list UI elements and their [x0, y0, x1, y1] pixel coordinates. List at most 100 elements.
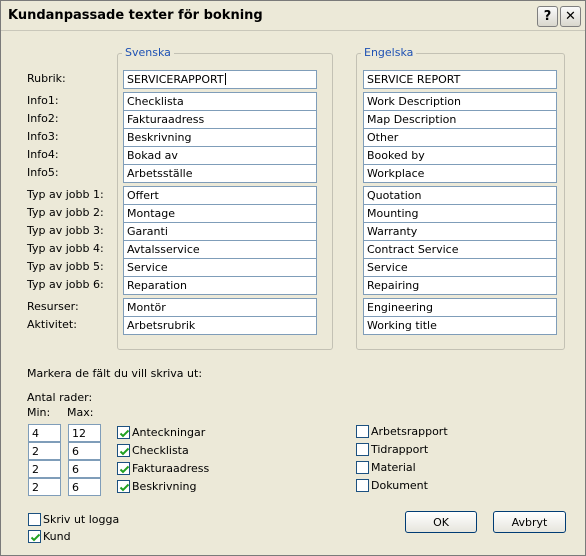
swedish-field-value: Avtalsservice — [127, 243, 200, 256]
swedish-field-9[interactable]: Avtalsservice — [123, 240, 317, 259]
max-rows-input[interactable]: 6 — [68, 478, 101, 496]
english-field-13[interactable]: Working title — [363, 316, 557, 335]
swedish-field-6[interactable]: Offert — [123, 186, 317, 205]
english-field-value: SERVICE REPORT — [367, 73, 461, 86]
customer-label[interactable]: Kund — [43, 530, 71, 543]
min-rows-input[interactable]: 2 — [28, 460, 61, 478]
print-beskrivning-checkbox[interactable] — [117, 480, 130, 493]
row-label: Aktivitet: — [27, 318, 77, 331]
max-rows-input[interactable]: 12 — [68, 424, 101, 442]
row-label: Info1: — [27, 94, 59, 107]
swedish-field-1[interactable]: Checklista — [123, 92, 317, 111]
english-legend: Engelska — [361, 46, 417, 59]
max-label: Max: — [67, 406, 94, 419]
swedish-field-value: Arbetsrubrik — [127, 319, 196, 332]
customer-checkbox[interactable] — [28, 530, 41, 543]
print-material-label[interactable]: Material — [371, 461, 416, 474]
print-fakturaadress-label[interactable]: Fakturaadress — [132, 462, 209, 475]
swedish-field-value: Service — [127, 261, 168, 274]
swedish-field-value: Garanti — [127, 225, 168, 238]
print-checklista-checkbox[interactable] — [117, 444, 130, 457]
print-dokument-label[interactable]: Dokument — [371, 479, 428, 492]
print-anteckningar-label[interactable]: Anteckningar — [132, 426, 205, 439]
row-label: Typ av jobb 2: — [27, 206, 104, 219]
row-label: Info5: — [27, 166, 59, 179]
print-material-checkbox[interactable] — [356, 461, 369, 474]
english-field-value: Other — [367, 131, 399, 144]
swedish-field-0[interactable]: SERVICERAPPORT — [123, 70, 317, 89]
print-dokument-checkbox[interactable] — [356, 479, 369, 492]
help-button[interactable]: ? — [537, 6, 558, 27]
swedish-field-value: Montage — [127, 207, 175, 220]
swedish-field-8[interactable]: Garanti — [123, 222, 317, 241]
print-checklista-label[interactable]: Checklista — [132, 444, 189, 457]
swedish-field-value: Fakturaadress — [127, 113, 205, 126]
english-field-0[interactable]: SERVICE REPORT — [363, 70, 557, 89]
min-rows-input[interactable]: 4 — [28, 424, 61, 442]
ok-button-label: OK — [433, 515, 449, 529]
close-button[interactable]: ✕ — [560, 6, 581, 27]
dialog-window: Kundanpassade texter för bokning ? ✕ Rub… — [0, 0, 586, 556]
english-field-8[interactable]: Warranty — [363, 222, 557, 241]
row-label: Typ av jobb 4: — [27, 242, 104, 255]
min-rows-input[interactable]: 2 — [28, 478, 61, 496]
print-heading: Markera de fält du vill skriva ut: — [27, 367, 203, 380]
row-label: Info2: — [27, 112, 59, 125]
english-field-12[interactable]: Engineering — [363, 298, 557, 317]
swedish-field-value: Bokad av — [127, 149, 178, 162]
check-mark-icon — [119, 465, 130, 474]
rows-label: Antal rader: — [27, 391, 93, 404]
swedish-field-11[interactable]: Reparation — [123, 276, 317, 295]
english-field-11[interactable]: Repairing — [363, 276, 557, 295]
swedish-field-13[interactable]: Arbetsrubrik — [123, 316, 317, 335]
print-tidrapport-checkbox[interactable] — [356, 443, 369, 456]
english-field-9[interactable]: Contract Service — [363, 240, 557, 259]
print-logo-checkbox[interactable] — [28, 513, 41, 526]
english-field-value: Workplace — [367, 167, 425, 180]
english-field-value: Working title — [367, 319, 437, 332]
row-label: Typ av jobb 6: — [27, 278, 104, 291]
english-field-value: Contract Service — [367, 243, 459, 256]
english-field-3[interactable]: Other — [363, 128, 557, 147]
swedish-field-7[interactable]: Montage — [123, 204, 317, 223]
swedish-field-3[interactable]: Beskrivning — [123, 128, 317, 147]
text-caret — [224, 73, 226, 85]
row-label: Typ av jobb 1: — [27, 188, 104, 201]
print-arbetsrapport-checkbox[interactable] — [356, 425, 369, 438]
swedish-field-2[interactable]: Fakturaadress — [123, 110, 317, 129]
english-field-value: Quotation — [367, 189, 422, 202]
swedish-field-5[interactable]: Arbetsställe — [123, 164, 317, 183]
english-field-5[interactable]: Workplace — [363, 164, 557, 183]
english-field-1[interactable]: Work Description — [363, 92, 557, 111]
english-field-value: Service — [367, 261, 408, 274]
swedish-field-12[interactable]: Montör — [123, 298, 317, 317]
help-icon: ? — [543, 9, 552, 24]
close-icon: ✕ — [565, 9, 576, 24]
row-label: Info3: — [27, 130, 59, 143]
swedish-field-value: Offert — [127, 189, 159, 202]
english-field-value: Booked by — [367, 149, 425, 162]
cancel-button[interactable]: Avbryt — [493, 511, 566, 533]
max-rows-input[interactable]: 6 — [68, 460, 101, 478]
print-fakturaadress-checkbox[interactable] — [117, 462, 130, 475]
english-field-2[interactable]: Map Description — [363, 110, 557, 129]
swedish-field-value: Arbetsställe — [127, 167, 193, 180]
check-mark-icon — [30, 533, 41, 542]
print-anteckningar-checkbox[interactable] — [117, 426, 130, 439]
max-rows-input[interactable]: 6 — [68, 442, 101, 460]
min-label: Min: — [27, 406, 51, 419]
min-rows-input[interactable]: 2 — [28, 442, 61, 460]
english-field-7[interactable]: Mounting — [363, 204, 557, 223]
english-field-10[interactable]: Service — [363, 258, 557, 277]
print-logo-label[interactable]: Skriv ut logga — [43, 513, 119, 526]
row-label: Typ av jobb 3: — [27, 224, 104, 237]
print-beskrivning-label[interactable]: Beskrivning — [132, 480, 197, 493]
swedish-field-4[interactable]: Bokad av — [123, 146, 317, 165]
title-bar: Kundanpassade texter för bokning ? ✕ — [1, 1, 585, 31]
swedish-field-10[interactable]: Service — [123, 258, 317, 277]
english-field-4[interactable]: Booked by — [363, 146, 557, 165]
english-field-6[interactable]: Quotation — [363, 186, 557, 205]
ok-button[interactable]: OK — [405, 511, 477, 533]
print-tidrapport-label[interactable]: Tidrapport — [371, 443, 428, 456]
print-arbetsrapport-label[interactable]: Arbetsrapport — [371, 425, 448, 438]
